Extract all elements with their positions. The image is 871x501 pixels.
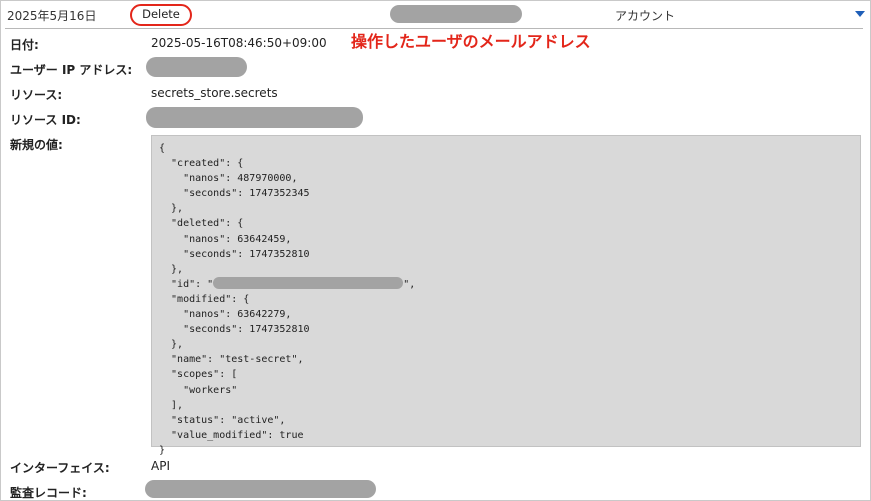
json-line: } <box>159 444 166 456</box>
json-line: "nanos": 63642279, <box>159 309 292 321</box>
json-line: "workers" <box>159 384 238 396</box>
json-line: "seconds": 1747352810 <box>159 324 310 336</box>
redacted-user-email <box>390 5 522 23</box>
new-value-label: 新規の値: <box>10 138 63 152</box>
json-line: }, <box>159 339 184 351</box>
json-line: "id": " <box>159 278 214 290</box>
user-ip-label: ユーザー IP アドレス: <box>10 63 133 77</box>
json-line: "status": "active", <box>159 414 286 426</box>
json-line: { <box>159 143 166 154</box>
entry-date: 2025年5月16日 <box>7 9 97 23</box>
resource-value: secrets_store.secrets <box>151 86 278 100</box>
redacted-audit-record <box>145 480 376 498</box>
json-line: }, <box>159 203 184 215</box>
json-line: "scopes": [ <box>159 369 238 381</box>
action-badge: Delete <box>130 4 192 26</box>
resource-id-label: リソース ID: <box>10 113 81 127</box>
json-line: "modified": { <box>159 293 250 305</box>
audit-record-label: 監査レコード: <box>10 486 87 500</box>
audit-log-entry: 2025年5月16日 Delete アカウント 操作したユーザのメールアドレス … <box>0 0 871 501</box>
chevron-down-icon[interactable] <box>855 11 865 17</box>
new-value-json: { "created": { "nanos": 487970000, "seco… <box>151 135 861 456</box>
json-line: "nanos": 63642459, <box>159 233 292 245</box>
json-line: "seconds": 1747352345 <box>159 188 310 200</box>
json-line: "created": { <box>159 158 244 170</box>
interface-label: インターフェイス: <box>10 461 110 475</box>
json-line: "name": "test-secret", <box>159 354 304 366</box>
redacted-resource-id <box>146 107 363 128</box>
json-line: ], <box>159 399 184 411</box>
interface-value: API <box>151 459 170 473</box>
account-column-label: アカウント <box>615 9 676 23</box>
json-line: "nanos": 487970000, <box>159 173 298 185</box>
resource-label: リソース: <box>10 88 63 102</box>
json-line: }, <box>159 263 184 275</box>
json-line: "seconds": 1747352810 <box>159 248 310 260</box>
entry-header[interactable]: 2025年5月16日 Delete アカウント <box>1 1 871 29</box>
redacted-secret-id <box>213 276 404 289</box>
json-line: "deleted": { <box>159 218 244 230</box>
json-line: ", <box>403 278 416 290</box>
datetime-label: 日付: <box>10 38 39 52</box>
datetime-value: 2025-05-16T08:46:50+09:00 <box>151 36 327 50</box>
json-line: "value_modified": true <box>159 429 304 441</box>
email-annotation: 操作したユーザのメールアドレス <box>351 32 591 51</box>
redacted-user-ip <box>146 57 247 77</box>
